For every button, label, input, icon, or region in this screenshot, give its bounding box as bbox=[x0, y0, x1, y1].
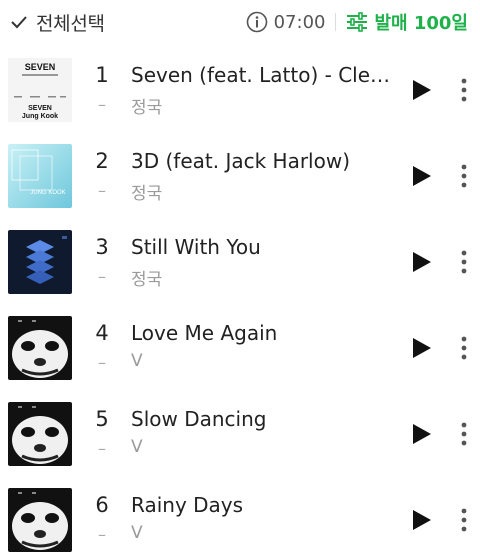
album-art: SEVEN SEVEN Jung Kook bbox=[8, 58, 72, 122]
more-vertical-icon[interactable] bbox=[452, 333, 476, 363]
art-text-top: SEVEN bbox=[25, 62, 56, 72]
album-art bbox=[8, 230, 72, 294]
track-title[interactable]: Rainy Days bbox=[131, 493, 396, 517]
sort-button[interactable]: 발매 100일 bbox=[346, 9, 468, 35]
play-icon[interactable] bbox=[406, 505, 436, 535]
rank-number: 3 bbox=[95, 235, 109, 259]
track-row[interactable]: 5 – Slow Dancing V bbox=[0, 399, 480, 471]
header-right-controls: 07:00 발매 100일 bbox=[246, 8, 468, 36]
more-vertical-icon[interactable] bbox=[452, 419, 476, 449]
time-label: 07:00 bbox=[273, 11, 326, 33]
rank-number: 5 bbox=[95, 407, 109, 431]
album-art-still-with-you bbox=[8, 230, 72, 294]
select-all-label: 전체선택 bbox=[36, 12, 105, 35]
more-vertical-icon[interactable] bbox=[452, 161, 476, 191]
select-all-button[interactable]: 전체선택 bbox=[10, 8, 105, 36]
play-icon[interactable] bbox=[406, 419, 436, 449]
track-title[interactable]: 3D (feat. Jack Harlow) bbox=[131, 149, 396, 173]
rank-change: – bbox=[98, 181, 106, 200]
sort-sliders-icon bbox=[347, 12, 368, 32]
play-icon[interactable] bbox=[406, 333, 436, 363]
rank-change: – bbox=[98, 95, 106, 114]
track-title[interactable]: Love Me Again bbox=[131, 321, 396, 345]
track-artist[interactable]: V bbox=[131, 523, 143, 543]
track-row[interactable]: 3 – Still With You 정국 bbox=[0, 227, 480, 299]
playlist-header: 전체선택 07:00 발매 100일 bbox=[0, 0, 480, 44]
rank-change: – bbox=[98, 525, 106, 544]
album-art: JUNG KOOK bbox=[8, 144, 72, 208]
track-artist[interactable]: 정국 bbox=[131, 265, 162, 290]
svg-text:SEVEN: SEVEN bbox=[28, 105, 52, 112]
sort-label: 발매 100일 bbox=[374, 13, 468, 34]
track-row[interactable]: JUNG KOOK 2 – 3D (feat. Jack Harlow) 정국 bbox=[0, 141, 480, 213]
album-art-seven: SEVEN SEVEN Jung Kook bbox=[8, 58, 72, 122]
track-artist[interactable]: 정국 bbox=[131, 179, 162, 204]
track-artist[interactable]: 정국 bbox=[131, 93, 162, 118]
track-row[interactable]: 4 – Love Me Again V bbox=[0, 313, 480, 385]
rank-number: 1 bbox=[95, 63, 109, 87]
track-title[interactable]: Slow Dancing bbox=[131, 407, 396, 431]
track-artist[interactable]: V bbox=[131, 351, 143, 371]
play-icon[interactable] bbox=[406, 161, 436, 191]
rank-number: 2 bbox=[95, 149, 109, 173]
album-art-layover bbox=[8, 402, 72, 466]
art-text-bottom: Jung Kook bbox=[22, 113, 58, 120]
track-title[interactable]: Still With You bbox=[131, 235, 396, 259]
check-icon bbox=[11, 16, 27, 29]
track-title[interactable]: Seven (feat. Latto) - Clean Ver. bbox=[131, 63, 396, 87]
rank-number: 4 bbox=[95, 321, 109, 345]
track-row[interactable]: SEVEN SEVEN Jung Kook 1 – Seven (feat. L… bbox=[0, 55, 480, 127]
art-text: JUNG KOOK bbox=[30, 190, 65, 196]
track-artist[interactable]: V bbox=[131, 437, 143, 457]
rank-number: 6 bbox=[95, 493, 109, 517]
album-art bbox=[8, 402, 72, 466]
album-art-layover bbox=[8, 316, 72, 380]
more-vertical-icon[interactable] bbox=[452, 247, 476, 277]
album-art-layover bbox=[8, 488, 72, 552]
track-row[interactable]: 6 – Rainy Days V bbox=[0, 485, 480, 557]
more-vertical-icon[interactable] bbox=[452, 75, 476, 105]
play-icon[interactable] bbox=[406, 247, 436, 277]
album-art bbox=[8, 488, 72, 552]
info-icon[interactable] bbox=[246, 11, 268, 33]
rank-change: – bbox=[98, 267, 106, 286]
rank-change: – bbox=[98, 439, 106, 458]
more-vertical-icon[interactable] bbox=[452, 505, 476, 535]
rank-change: – bbox=[98, 353, 106, 372]
header-divider bbox=[335, 13, 337, 31]
album-art-3d: JUNG KOOK bbox=[8, 144, 72, 208]
album-art bbox=[8, 316, 72, 380]
play-icon[interactable] bbox=[406, 75, 436, 105]
